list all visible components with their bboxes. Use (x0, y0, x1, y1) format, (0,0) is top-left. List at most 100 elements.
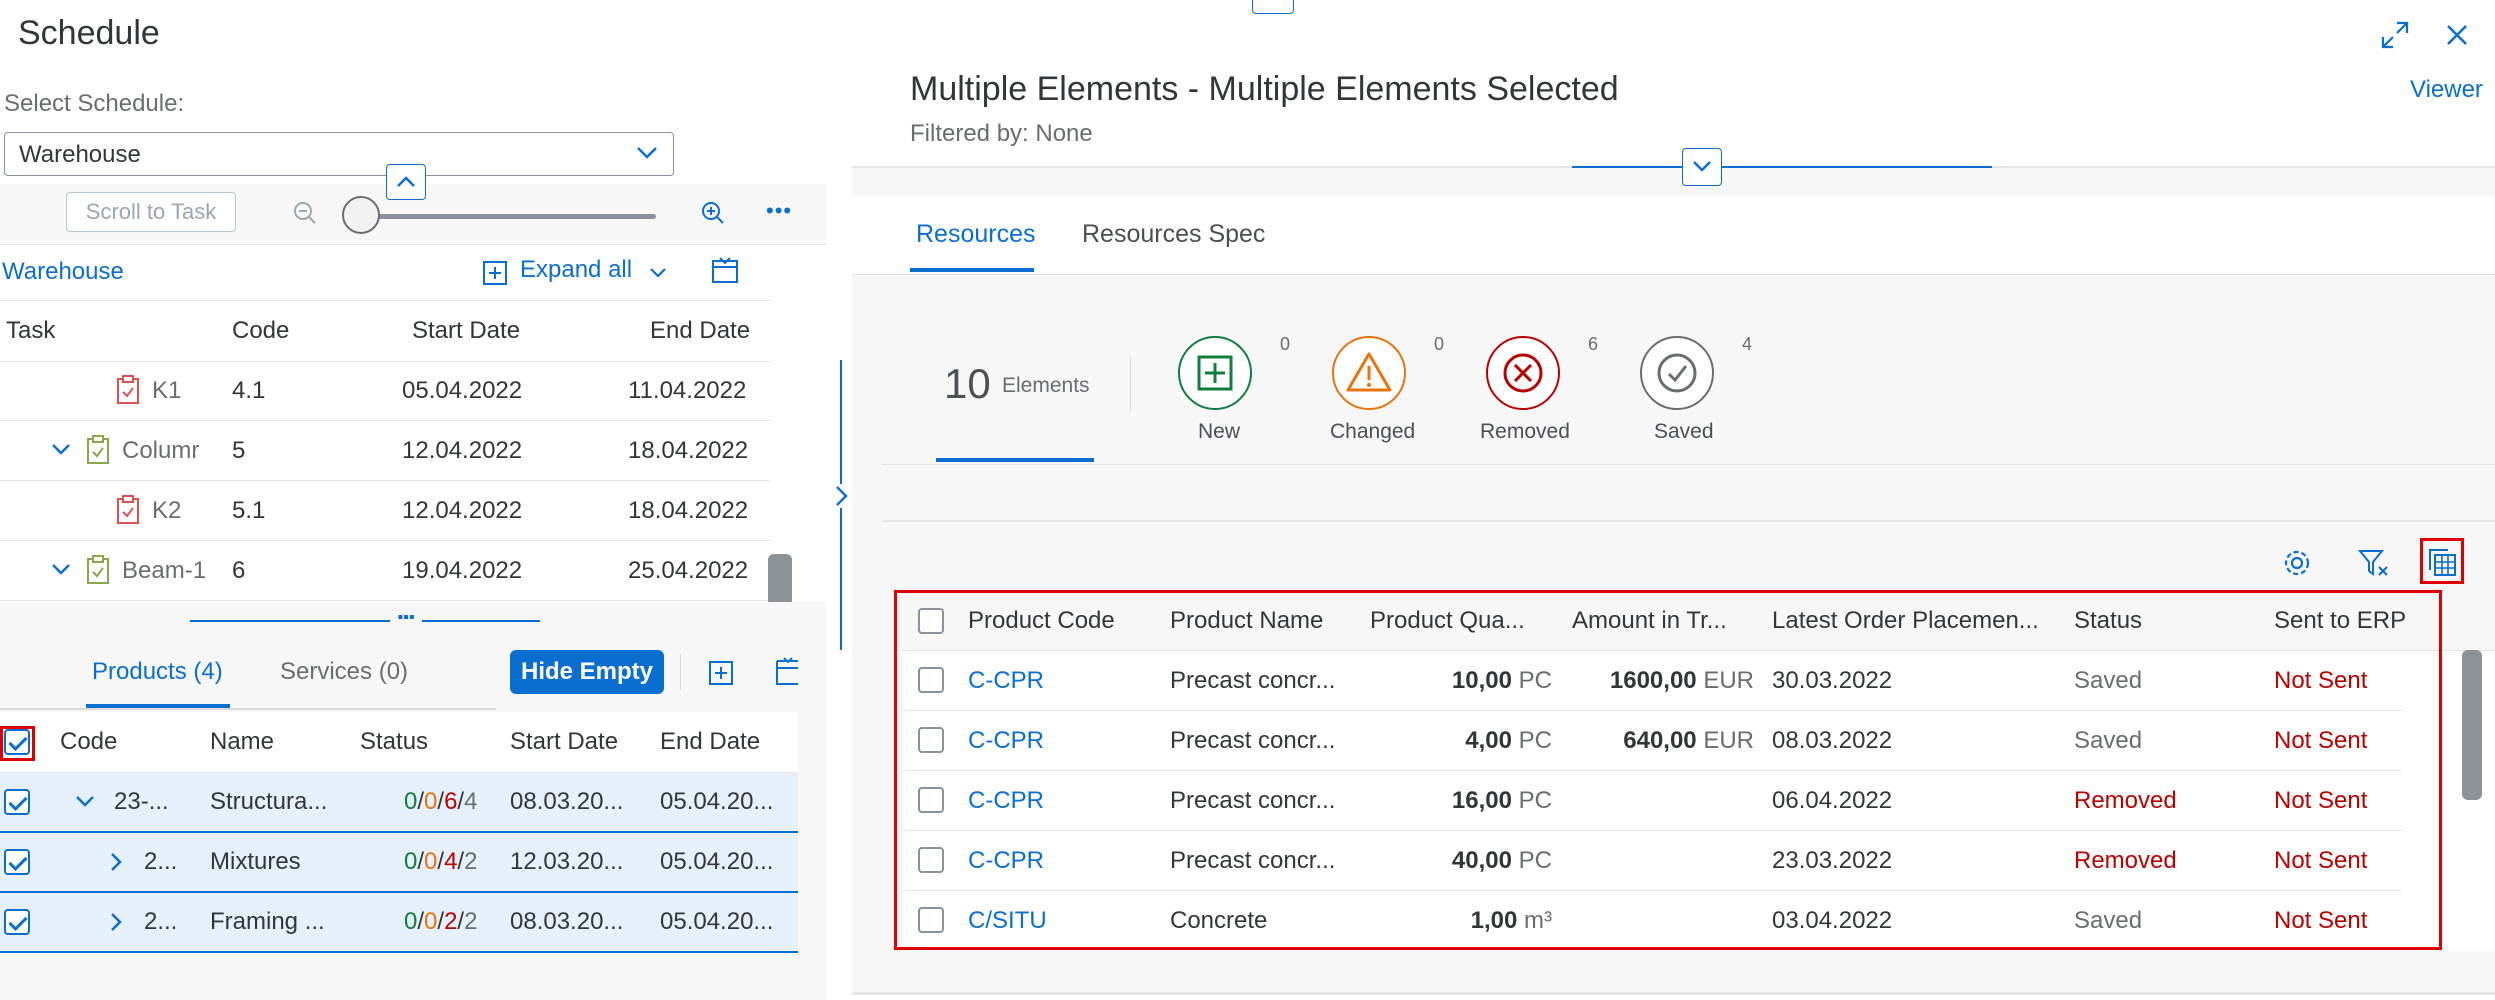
row-checkbox[interactable] (4, 789, 30, 815)
product-row[interactable]: 23-... Structura... 0/0/6/4 08.03.20... … (0, 773, 798, 833)
zoom-in-icon[interactable] (700, 200, 726, 226)
status-saved: 4 (464, 788, 478, 815)
table-row[interactable]: C-CPR Precast concr... 40,00 PC 23.03.20… (902, 831, 2402, 891)
product-name: Precast concr... (1170, 667, 1336, 694)
product-code-link[interactable]: C-CPR (968, 771, 1044, 830)
select-schedule-label: Select Schedule: (4, 90, 185, 117)
select-all-checkbox[interactable] (4, 729, 30, 755)
row-checkbox[interactable] (918, 847, 944, 873)
expand-header-button[interactable] (1682, 148, 1722, 186)
tab-services[interactable]: Services (0) (280, 658, 408, 686)
chevron-right-icon[interactable] (110, 911, 124, 933)
product-code: 2... (144, 848, 178, 875)
latest-order-date: 30.03.2022 (1772, 667, 1893, 694)
product-code-link[interactable]: C-CPR (968, 711, 1044, 770)
horizontal-splitter[interactable]: ▪▪▪ (0, 602, 826, 638)
status-saved[interactable]: 4 Saved (1638, 334, 1758, 458)
schedule-select[interactable]: Warehouse (4, 132, 674, 176)
row-checkbox[interactable] (918, 787, 944, 813)
product-code-link[interactable]: C-CPR (968, 651, 1044, 710)
status-removed[interactable]: 6 Removed (1480, 334, 1604, 458)
vertical-splitter[interactable] (826, 0, 852, 995)
zoom-slider-handle[interactable] (342, 196, 380, 234)
close-icon[interactable] (2444, 22, 2470, 48)
qty-value: 40,00 (1451, 847, 1512, 874)
hide-empty-button[interactable]: Hide Empty (510, 650, 664, 694)
table-row[interactable]: C-CPR Precast concr... 16,00 PC 06.04.20… (902, 771, 2402, 831)
status-new: 0 (404, 848, 418, 875)
col-sent-to-erp: Sent to ERP (2274, 607, 2407, 634)
chevron-down-icon[interactable] (50, 563, 72, 577)
task-row[interactable]: Beam-1 6 19.04.2022 25.04.2022 (0, 541, 770, 601)
resources-table-scrollbar[interactable] (2462, 650, 2482, 800)
task-row[interactable]: K1 4.1 05.04.2022 11.04.2022 (0, 361, 770, 421)
more-icon[interactable]: ••• (766, 198, 792, 224)
task-row[interactable]: K2 5.1 12.04.2022 18.04.2022 (0, 481, 770, 541)
row-checkbox[interactable] (4, 909, 30, 935)
zoom-out-icon[interactable] (292, 200, 318, 226)
tab-resources[interactable]: Resources (910, 196, 1036, 274)
clear-filter-icon[interactable] (2358, 548, 2390, 578)
select-all-checkbox[interactable] (918, 608, 944, 634)
product-row[interactable]: 2... Mixtures 0/0/4/2 12.03.20... 05.04.… (0, 833, 798, 893)
chevron-right-icon[interactable] (110, 851, 124, 873)
table-row[interactable]: C-CPR Precast concr... 10,00 PC 1600,00 … (902, 651, 2402, 711)
fullscreen-icon[interactable] (2380, 20, 2410, 50)
product-code: 2... (144, 908, 178, 935)
chevron-down-icon[interactable] (50, 443, 72, 457)
zoom-slider-track[interactable] (362, 214, 656, 219)
table-row[interactable]: C/SITU Concrete 1,00 m³ 03.04.2022 Saved… (902, 891, 2402, 950)
product-row[interactable]: 2... Framing ... 0/0/2/2 08.03.20... 05.… (0, 893, 798, 953)
task-start: 12.04.2022 (402, 437, 523, 464)
header-handle[interactable] (1252, 0, 1294, 14)
product-code-link[interactable]: C-CPR (968, 831, 1044, 890)
product-status: 0/0/2/2 (404, 908, 478, 935)
latest-order-date: 08.03.2022 (1772, 727, 1893, 754)
row-checkbox[interactable] (4, 849, 30, 875)
row-checkbox[interactable] (918, 667, 944, 693)
collapse-all-icon[interactable] (774, 656, 798, 686)
row-checkbox[interactable] (918, 727, 944, 753)
tabs-divider (0, 708, 496, 710)
col-latest-order: Latest Order Placemen... (1772, 607, 2039, 634)
task-clipboard-icon (116, 375, 140, 405)
status-count: 4 (1742, 334, 1753, 354)
tab-products[interactable]: Products (4) (86, 652, 230, 708)
amount-value: 1600,00 (1609, 667, 1697, 694)
product-start: 12.03.20... (510, 848, 624, 875)
status-changed[interactable]: 0 Changed (1330, 334, 1450, 458)
row-status: Removed (2074, 787, 2177, 814)
gear-icon[interactable] (2282, 548, 2312, 578)
tree-root-link[interactable]: Warehouse (2, 258, 124, 286)
task-row[interactable]: Columr 5 12.04.2022 18.04.2022 (0, 421, 770, 481)
status-new: 0 (404, 908, 418, 935)
chevron-down-icon[interactable] (74, 795, 96, 809)
viewer-link[interactable]: Viewer (2410, 76, 2483, 104)
task-table-scrollbar[interactable] (768, 554, 792, 606)
elements-summary[interactable]: 10 Elements (936, 332, 1096, 462)
splitter-line (190, 620, 540, 622)
scroll-to-task-button[interactable]: Scroll to Task (66, 192, 236, 232)
col-task: Task (6, 317, 56, 344)
col-end-date: End Date (660, 728, 761, 755)
tab-resources-spec[interactable]: Resources Spec (1082, 220, 1265, 249)
tab-active-indicator (910, 268, 1034, 272)
product-code-link[interactable]: C/SITU (968, 891, 1047, 950)
table-row[interactable]: C-CPR Precast concr... 4,00 PC 640,00 EU… (902, 711, 2402, 771)
task-clipboard-icon (86, 435, 110, 465)
collapse-header-button[interactable] (386, 164, 426, 200)
product-quantity: 4,00 PC (1422, 711, 1552, 770)
status-removed: 6 (444, 788, 458, 815)
expand-all-icon[interactable] (708, 658, 736, 686)
export-table-icon[interactable] (2426, 546, 2458, 578)
status-count: 6 (1588, 334, 1599, 354)
status-saved: 2 (464, 908, 478, 935)
status-count: 0 (1434, 334, 1445, 354)
chevron-right-icon[interactable] (834, 484, 850, 508)
row-checkbox[interactable] (918, 907, 944, 933)
qty-value: 10,00 (1451, 667, 1512, 694)
collapse-all-icon[interactable] (710, 256, 740, 286)
product-start: 08.03.20... (510, 908, 624, 935)
schedule-select-value: Warehouse (19, 141, 141, 168)
status-new[interactable]: 0 New (1176, 334, 1296, 458)
